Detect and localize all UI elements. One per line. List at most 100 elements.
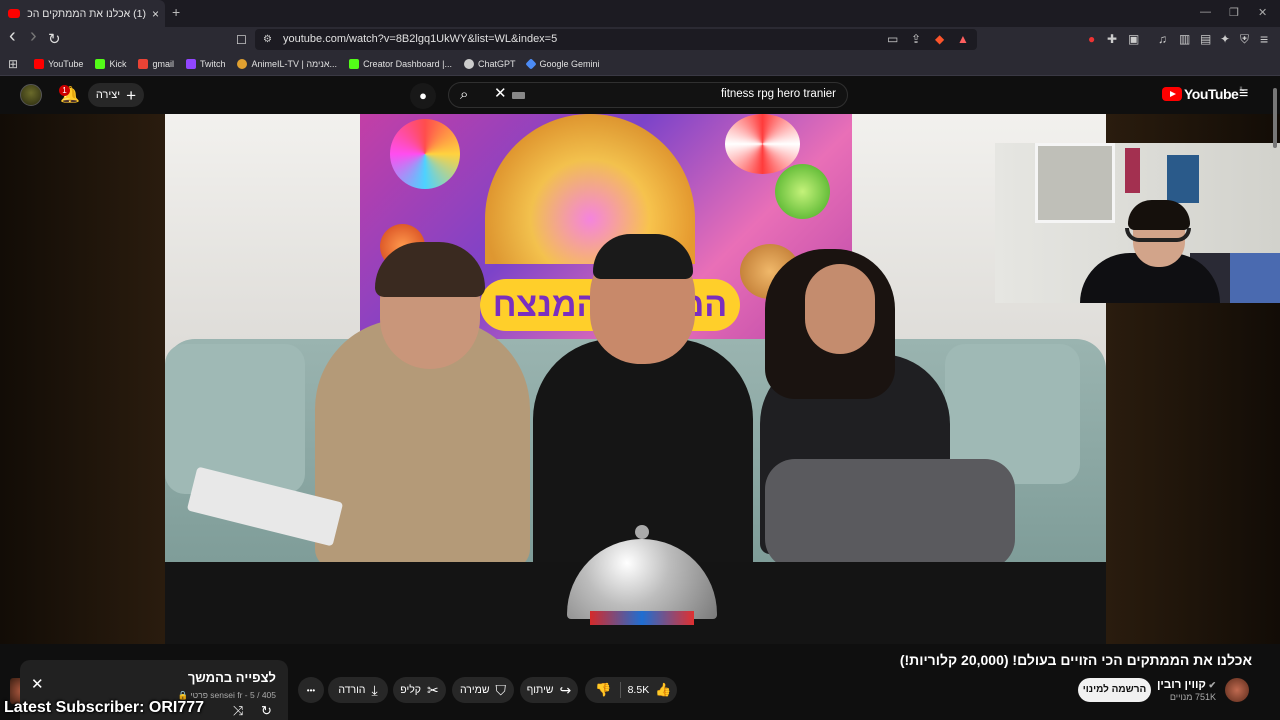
search-query-text[interactable]: fitness rpg hero tranier: [560, 88, 836, 100]
latest-subscriber-overlay: Latest Subscriber: ORI777: [4, 699, 205, 716]
leo-ai-icon[interactable]: ✦: [1220, 32, 1230, 46]
playlist-close-button[interactable]: ✕: [31, 675, 44, 693]
url-text[interactable]: youtube.com/watch?v=8B2lgq1UkWY&list=WL&…: [283, 33, 557, 45]
brave-shield-icon[interactable]: ◆: [935, 32, 944, 46]
bookmark-label: gmail: [152, 58, 174, 69]
bookmark-creator-dashboard[interactable]: Creator Dashboard |...: [349, 58, 452, 69]
create-button[interactable]: יצירה +: [88, 83, 144, 107]
webcam-streamer-hair: [1128, 200, 1190, 230]
video-frame[interactable]: הממתק המנצח: [165, 114, 1106, 644]
site-info-icon[interactable]: ⚙: [263, 34, 272, 45]
clear-search-icon[interactable]: ✕: [494, 84, 507, 102]
share-label: שיתוף: [526, 684, 554, 696]
like-separator: [620, 682, 621, 698]
bookmark-label: Kick: [109, 58, 127, 69]
bookmark-label: Twitch: [199, 58, 226, 69]
twitch-icon: [185, 58, 196, 69]
new-tab-button[interactable]: +: [172, 4, 180, 20]
plus-icon: +: [126, 85, 137, 105]
loop-icon[interactable]: ↻: [261, 703, 272, 719]
subscribe-button[interactable]: הרשמה למינוי: [1078, 678, 1151, 702]
sidebar-icon[interactable]: ▥: [1179, 32, 1190, 46]
bookmark-gemini[interactable]: Google Gemini: [525, 57, 600, 70]
lollipop-image: [390, 119, 460, 189]
person-center-hair: [593, 234, 693, 279]
share-button[interactable]: שיתוף ↪: [520, 677, 578, 703]
person-right-head: [805, 264, 875, 354]
search-icon[interactable]: ⌕: [460, 86, 468, 103]
download-label: הורדה: [338, 684, 366, 696]
bookmark-kick[interactable]: Kick: [95, 58, 127, 69]
screenshot-icon[interactable]: ▣: [1128, 32, 1139, 46]
minimize-button[interactable]: —: [1200, 6, 1211, 18]
kick-icon: [95, 58, 106, 69]
bookmark-twitch[interactable]: Twitch: [185, 58, 226, 69]
webcam-poster: [1167, 155, 1199, 203]
bookmark-label: AnimeIL-TV | אנימה...: [251, 58, 338, 69]
cast-icon[interactable]: ▭: [887, 32, 898, 46]
voice-search-button[interactable]: ●: [410, 83, 436, 109]
chatgpt-icon: [463, 58, 474, 69]
lollipop-image: [725, 114, 800, 174]
bookmark-label: Google Gemini: [539, 58, 600, 69]
back-icon[interactable]: ‹: [9, 26, 16, 46]
ambient-left: [0, 114, 165, 644]
clip-icon: ✂: [426, 681, 439, 698]
window-close-button[interactable]: ✕: [1258, 6, 1267, 19]
keyboard-icon[interactable]: [512, 92, 525, 99]
brave-rewards-icon[interactable]: ▲: [957, 32, 969, 46]
browser-menu-icon[interactable]: ≡: [1260, 31, 1268, 47]
like-icon: 👍: [655, 682, 672, 697]
animeil-icon: [237, 58, 248, 69]
youtube-logo[interactable]: YouTube IL: [1162, 86, 1244, 102]
verified-icon: ✔: [1205, 680, 1216, 690]
bookmark-label: ChatGPT: [477, 58, 516, 69]
webcam-poster: [1125, 148, 1140, 193]
share-page-icon[interactable]: ⇪: [911, 32, 921, 46]
save-label: שמירה: [459, 684, 490, 696]
bookmark-gmail[interactable]: gmail: [138, 58, 174, 69]
page-scrollbar[interactable]: [1273, 88, 1277, 148]
youtube-logo-text: YouTube: [1184, 86, 1239, 102]
more-actions-button[interactable]: •••: [298, 677, 324, 703]
gmail-icon: [138, 58, 149, 69]
forward-icon[interactable]: ›: [30, 26, 37, 46]
browser-tab[interactable]: (1) אכלנו את הממתקים הכי הזויי ×: [0, 0, 165, 27]
guide-menu-icon[interactable]: ≡: [1239, 85, 1248, 103]
dislike-button[interactable]: 👎: [595, 682, 611, 698]
lollipop-image: [775, 164, 830, 219]
account-avatar[interactable]: [20, 84, 42, 106]
mic-icon: ●: [419, 88, 427, 103]
bookmark-chatgpt[interactable]: ChatGPT: [463, 58, 516, 69]
bookmark-animeil[interactable]: AnimeIL-TV | אנימה...: [237, 58, 338, 69]
webcam-window: [1035, 143, 1115, 223]
bookmark-youtube[interactable]: YouTube: [34, 58, 83, 69]
extensions-puzzle-icon[interactable]: ✚: [1107, 32, 1117, 46]
webcam-overlay: [995, 143, 1280, 303]
clip-button[interactable]: קליפ ✂: [393, 677, 446, 703]
bookmark-icon[interactable]: ☐: [236, 33, 247, 48]
save-button[interactable]: שמירה ⛉: [452, 677, 514, 703]
video-title: אכלנו את הממתקים הכי הזויים בעולם! (20,0…: [899, 652, 1252, 668]
playlist-title[interactable]: לצפייה בהמשך: [140, 670, 276, 685]
youtube-play-icon: [1162, 87, 1182, 101]
maximize-button[interactable]: ❐: [1229, 6, 1239, 19]
download-icon: ⤓: [371, 681, 378, 698]
cloche-knob: [635, 525, 649, 539]
reload-icon[interactable]: ↻: [48, 32, 61, 47]
shuffle-icon[interactable]: ⤨: [233, 703, 243, 719]
browser-nav-bar: ‹ › ↻ ☐ ⚙ youtube.com/watch?v=8B2lgq1UkW…: [0, 26, 1280, 52]
vpn-icon[interactable]: ⛨: [1240, 32, 1249, 47]
channel-avatar[interactable]: [1225, 678, 1249, 702]
share-icon: ↪: [559, 681, 572, 698]
gemini-icon: [525, 57, 538, 70]
like-button[interactable]: 8.5K 👍: [622, 677, 677, 703]
address-bar[interactable]: ⚙ youtube.com/watch?v=8B2lgq1UkWY&list=W…: [255, 29, 977, 50]
wallet-icon[interactable]: ▤: [1200, 32, 1211, 46]
download-button[interactable]: הורדה ⤓: [328, 677, 388, 703]
clip-label: קליפ: [400, 684, 421, 696]
tab-close-button[interactable]: ×: [152, 7, 159, 21]
extension-red-icon[interactable]: ●: [1088, 32, 1095, 46]
apps-grid-icon[interactable]: ⊞: [8, 57, 18, 71]
music-icon[interactable]: ♫: [1158, 32, 1167, 46]
